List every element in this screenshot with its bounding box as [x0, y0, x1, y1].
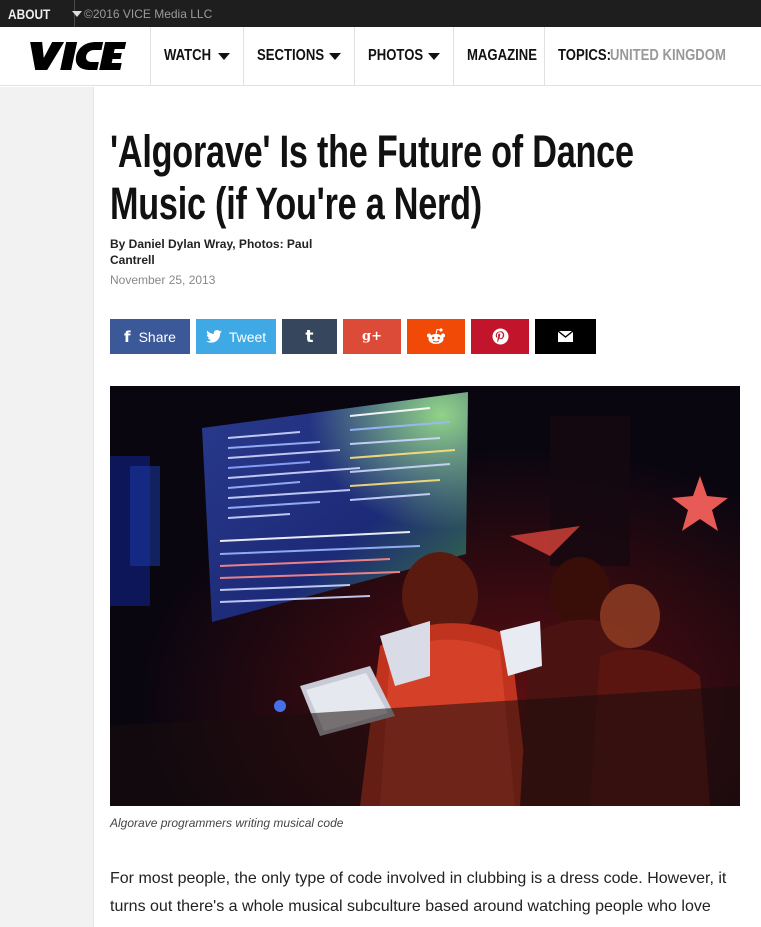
reddit-share-button[interactable] [407, 319, 465, 354]
vice-logo-icon [30, 42, 127, 70]
about-label: ABOUT [8, 5, 51, 22]
topics-value-link[interactable]: UNITED KINGDOM [610, 47, 726, 65]
chevron-down-icon [329, 52, 341, 60]
pinterest-icon [492, 328, 508, 345]
headline-line-2: Music (if You're a Nerd) [110, 178, 482, 229]
nav-topics-label: TOPICS: [558, 47, 611, 64]
google-plus-share-button[interactable]: g+ [343, 319, 401, 354]
twitter-share-label: Tweet [228, 328, 267, 345]
nav-topics[interactable]: TOPICS: UNITED KINGDOM [545, 27, 759, 85]
article-date: November 25, 2013 [110, 273, 216, 287]
photo-caption: Algorave programmers writing musical cod… [110, 816, 344, 830]
facebook-icon: f [124, 327, 131, 346]
nav-magazine[interactable]: MAGAZINE [454, 27, 545, 85]
article-paragraph: For most people, the only type of code i… [110, 870, 727, 915]
facebook-share-button[interactable]: f Share [110, 319, 190, 354]
vice-logo[interactable] [0, 27, 151, 85]
nav-photos-label: PHOTOS [368, 47, 424, 64]
left-gutter [0, 87, 94, 927]
nav-sections[interactable]: SECTIONS [244, 27, 355, 85]
share-bar: f Share Tweet t g+ [110, 319, 602, 354]
tumblr-share-button[interactable]: t [282, 319, 337, 354]
tumblr-icon: t [305, 326, 314, 347]
nav-watch-label: WATCH [164, 47, 212, 64]
email-icon [558, 331, 573, 342]
reddit-icon [427, 328, 445, 344]
article-byline: By Daniel Dylan Wray, Photos: Paul Cantr… [110, 237, 313, 267]
nav-sections-label: SECTIONS [257, 47, 325, 64]
nav-photos[interactable]: PHOTOS [355, 27, 454, 85]
article-headline: 'Algorave' Is the Future of Dance Music … [110, 126, 634, 230]
twitter-share-button[interactable]: Tweet [196, 319, 276, 354]
facebook-share-label: Share [138, 328, 176, 345]
main-nav: WATCH SECTIONS PHOTOS MAGAZINE TOPICS: U… [0, 27, 761, 86]
article-hero-photo [110, 386, 740, 806]
utility-bar: ABOUT ©2016 VICE Media LLC [0, 0, 761, 27]
about-menu[interactable]: ABOUT [0, 0, 82, 27]
hero-photo-image [110, 386, 740, 806]
nav-watch[interactable]: WATCH [151, 27, 244, 85]
chevron-down-icon [428, 52, 440, 60]
email-share-button[interactable] [535, 319, 596, 354]
chevron-down-icon [218, 52, 230, 60]
nav-magazine-label: MAGAZINE [467, 47, 537, 64]
copyright-text: ©2016 VICE Media LLC [84, 6, 213, 21]
pinterest-share-button[interactable] [471, 319, 529, 354]
chevron-down-icon [71, 10, 82, 17]
headline-line-1: 'Algorave' Is the Future of Dance [110, 126, 634, 177]
google-plus-icon: g+ [362, 329, 382, 344]
twitter-icon [206, 330, 222, 343]
